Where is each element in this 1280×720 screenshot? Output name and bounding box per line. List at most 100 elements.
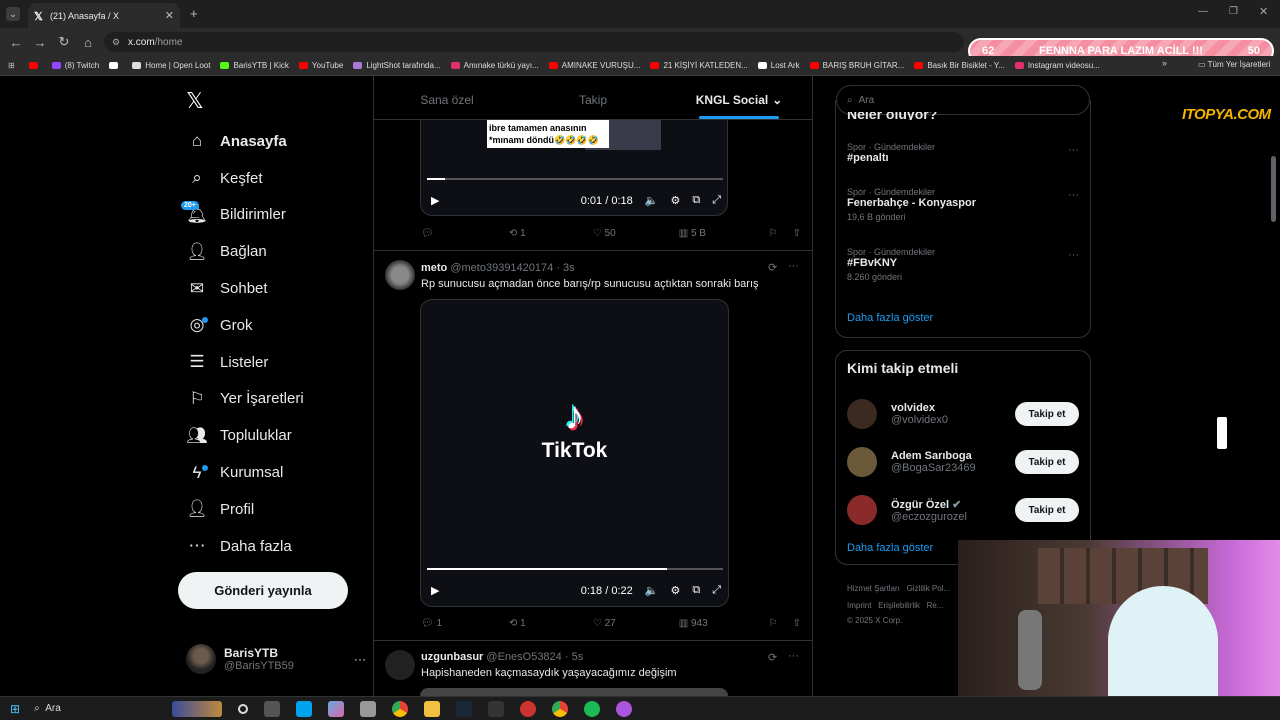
avatar[interactable] — [847, 447, 877, 477]
taskbar-search[interactable]: ⌕ Ara — [34, 703, 164, 714]
follow-suggestion[interactable]: Özgür Özel ✔ @eczozgurozel Takip et — [847, 490, 1079, 530]
footer-link-terms[interactable]: Hizmet Şartları — [847, 584, 900, 593]
bookmark-item[interactable]: Home | Open Loot — [132, 61, 210, 70]
bookmark-item[interactable]: BarisYTB | Kick — [220, 61, 289, 70]
trend-more-icon[interactable]: ··· — [1068, 249, 1079, 261]
apps-grid-icon[interactable]: ⊞ — [8, 61, 15, 70]
like-button[interactable]: ♡ 50 — [593, 228, 679, 239]
reload-button[interactable]: ↻ — [52, 34, 76, 50]
trend-more-icon[interactable]: ··· — [1068, 189, 1079, 201]
minimize-button[interactable]: — — [1198, 6, 1208, 17]
fullscreen-icon[interactable]: ⤢ — [712, 194, 721, 207]
sidebar-item-profil[interactable]: 👤︎ Profil — [186, 491, 366, 528]
copilot-icon[interactable] — [328, 700, 345, 717]
grok-icon[interactable]: ⟳ — [768, 261, 777, 274]
steam-icon[interactable] — [456, 700, 473, 717]
follow-button[interactable]: Takip et — [1015, 498, 1079, 522]
sidebar-item-listeler[interactable]: ☰ Listeler — [186, 344, 366, 381]
bookmark-item[interactable] — [28, 62, 42, 69]
circle-icon[interactable] — [238, 703, 249, 714]
app-icon[interactable] — [360, 700, 377, 717]
account-switcher[interactable]: BarisYTB @BarisYTB59 ··· — [186, 644, 366, 674]
like-button[interactable]: ♡ 27 — [593, 618, 679, 629]
account-more-icon[interactable]: ··· — [354, 652, 366, 666]
volume-icon[interactable]: 🔈 — [645, 584, 659, 597]
reply-button[interactable]: 💬︎ — [421, 228, 509, 239]
bookmark-icon[interactable]: ⚐ — [769, 618, 793, 629]
sidebar-item-grok[interactable]: ◎ Grok — [186, 307, 366, 344]
fullscreen-icon[interactable]: ⤢ — [712, 584, 721, 597]
sidebar-item-daha-fazla[interactable]: ⋯ Daha fazla — [186, 528, 366, 565]
sidebar-item-yer-i-şaretleri[interactable]: ⚐ Yer İşaretleri — [186, 381, 366, 418]
tab-following[interactable]: Takip — [520, 80, 666, 119]
vscode-icon[interactable] — [296, 700, 313, 717]
windows-start-icon[interactable]: ⊞ — [10, 702, 20, 716]
bookmark-item[interactable]: Lost Ark — [757, 61, 800, 70]
maximize-button[interactable]: ❐ — [1229, 6, 1238, 17]
bookmark-item[interactable]: YouTube — [298, 61, 343, 70]
more-icon[interactable]: ··· — [788, 260, 799, 272]
tweet1-video[interactable]: ibre tamamen anasının *mınamı döndü🤣🤣🤣🤣 … — [420, 120, 728, 216]
grok-icon[interactable]: ⟳ — [768, 651, 777, 664]
folder-icon[interactable] — [424, 700, 441, 717]
tab-list-button[interactable]: ⌄ — [6, 7, 20, 21]
bookmarks-overflow-icon[interactable]: » — [1162, 58, 1167, 68]
tab-kngl-social[interactable]: KNGL Social ⌄ — [666, 80, 812, 119]
close-window-button[interactable]: ✕ — [1259, 5, 1268, 18]
sidebar-item-anasayfa[interactable]: ⌂ Anasayfa — [186, 123, 366, 160]
all-bookmarks-folder[interactable]: ▭ Tüm Yer İşaretleri — [1194, 60, 1271, 69]
app-icon[interactable] — [616, 700, 633, 717]
more-icon[interactable]: ··· — [788, 650, 799, 662]
reply-button[interactable]: 💬︎ 1 — [421, 618, 509, 629]
trend-item[interactable]: Spor · Gündemdekiler Fenerbahçe - Konyasp… — [847, 187, 1079, 222]
follow-button[interactable]: Takip et — [1015, 450, 1079, 474]
bookmark-item[interactable]: 21 KİŞİYİ KATLEDEN... — [650, 61, 748, 70]
tweet3-media[interactable] — [420, 688, 728, 696]
play-icon[interactable]: ▶ — [431, 584, 439, 597]
share-icon[interactable]: ⇧ — [793, 228, 801, 239]
pip-icon[interactable]: ⧉ — [692, 584, 700, 597]
address-bar[interactable]: ⚙ x.com/home — [104, 32, 964, 52]
chrome-icon[interactable] — [552, 700, 569, 717]
sidebar-item-keşfet[interactable]: ⌕ Keşfet — [186, 160, 366, 197]
bookmark-item[interactable]: (8) Twitch — [51, 61, 99, 70]
share-icon[interactable]: ⇧ — [793, 618, 801, 629]
play-icon[interactable]: ▶ — [431, 194, 439, 207]
footer-link-more[interactable]: Re... — [927, 601, 944, 610]
sidebar-item-sohbet[interactable]: ✉ Sohbet — [186, 270, 366, 307]
trend-item[interactable]: Spor · Gündemdekiler #FBvKNY 8.260 gönderi… — [847, 247, 1079, 282]
post-button[interactable]: Gönderi yayınla — [178, 572, 348, 609]
views-button[interactable]: ▥ 5 B — [679, 228, 769, 239]
avatar[interactable] — [847, 495, 877, 525]
task-view-icon[interactable] — [264, 700, 281, 717]
views-button[interactable]: ▥ 943 — [679, 618, 769, 629]
trends-more-link[interactable]: Daha fazla göster — [847, 312, 933, 324]
new-tab-button[interactable]: + — [190, 6, 198, 21]
x-logo[interactable]: 𝕏 — [186, 88, 204, 114]
app-icon[interactable] — [488, 700, 505, 717]
chrome-icon[interactable] — [392, 700, 409, 717]
retweet-button[interactable]: ⟲ 1 — [509, 228, 593, 239]
avatar[interactable] — [385, 260, 415, 290]
spotify-icon[interactable] — [584, 700, 601, 717]
follow-more-link[interactable]: Daha fazla göster — [847, 542, 933, 554]
sidebar-item-topluluklar[interactable]: 👥︎ Topluluklar — [186, 417, 366, 454]
obs-icon[interactable] — [520, 700, 537, 717]
sidebar-item-bildirimler[interactable]: 🔔︎ Bildirimler — [186, 197, 366, 234]
footer-link-imprint[interactable]: Imprint — [847, 601, 871, 610]
tweet-age[interactable]: · 3s — [556, 262, 574, 274]
settings-icon[interactable]: ⚙ — [670, 584, 680, 597]
follow-suggestion[interactable]: volvidex @volvidex0 Takip et — [847, 394, 1079, 434]
browser-tab[interactable]: 𝕏 (21) Anasayfa / X ✕ — [28, 3, 180, 28]
bookmark-item[interactable] — [109, 62, 122, 69]
forward-button[interactable]: → — [28, 35, 52, 50]
video-progress[interactable] — [427, 178, 723, 180]
bookmark-item[interactable]: Basık Bir Bisiklet - Y... — [914, 61, 1005, 70]
follow-suggestion[interactable]: Adem Sarıboga @BogaSar23469 Takip et — [847, 442, 1079, 482]
avatar[interactable] — [847, 399, 877, 429]
bookmark-item[interactable]: Amınake türkü yayı... — [450, 61, 539, 70]
settings-icon[interactable]: ⚙ — [670, 194, 680, 207]
bookmark-icon[interactable]: ⚐ — [769, 228, 793, 239]
video-progress[interactable] — [427, 568, 723, 570]
tweet-age[interactable]: · 5s — [565, 651, 583, 663]
